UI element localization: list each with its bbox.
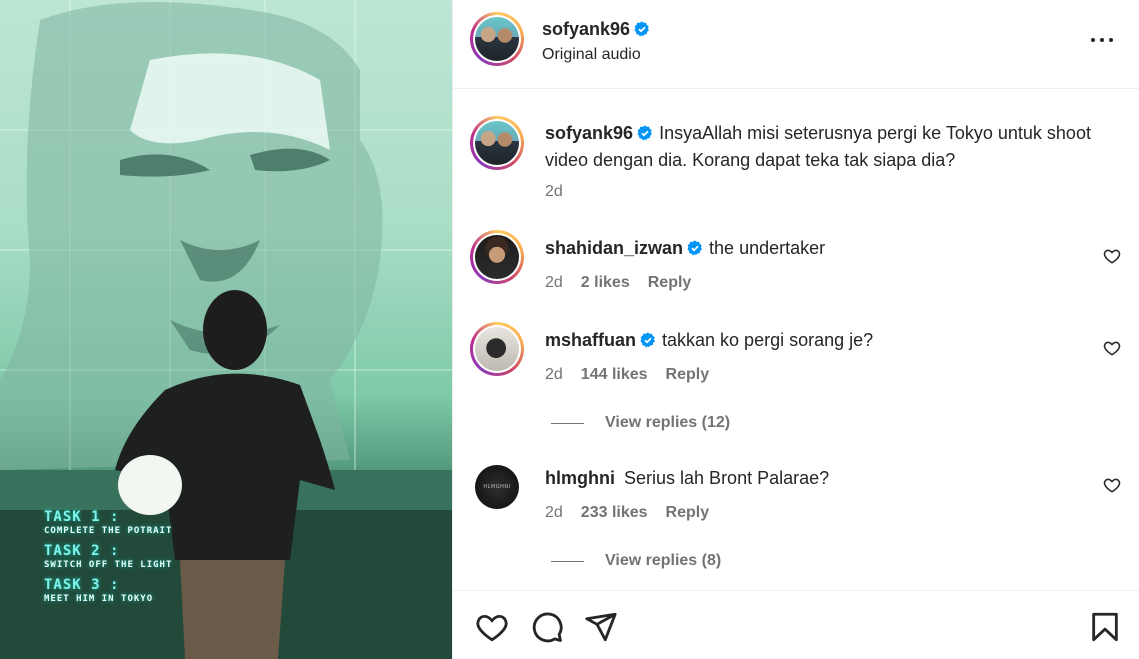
caption-time[interactable]: 2d bbox=[545, 183, 563, 201]
task-title: TASK 3 : bbox=[44, 577, 120, 593]
view-replies-label: View replies (12) bbox=[605, 414, 731, 431]
post-side-panel: sofyank96 Original audio sofyank96 InsyaA… bbox=[452, 0, 1139, 659]
task-desc: MEET HIM IN TOKYO bbox=[44, 594, 154, 604]
more-dot-icon bbox=[1091, 38, 1095, 42]
comment-like-icon[interactable] bbox=[1103, 247, 1121, 265]
comment-text: hlmghni Serius lah Bront Palarae? bbox=[545, 465, 1125, 492]
comment-time[interactable]: 2d bbox=[545, 504, 563, 522]
post-header: sofyank96 Original audio bbox=[453, 0, 1139, 89]
comment-time[interactable]: 2d bbox=[545, 366, 563, 384]
comment-like-icon[interactable] bbox=[1103, 476, 1121, 494]
save-icon[interactable] bbox=[1088, 610, 1122, 644]
avatar-logo-text: HLMGHNI bbox=[483, 484, 511, 490]
comment-meta: 2d 233 likes Reply bbox=[545, 504, 727, 522]
comment-icon[interactable] bbox=[530, 610, 564, 644]
verified-badge-icon bbox=[637, 125, 652, 141]
like-icon[interactable] bbox=[475, 610, 509, 644]
caption-avatar[interactable] bbox=[470, 116, 524, 170]
post-media[interactable]: TASK 1 : COMPLETE THE POTRAIT TASK 2 : S… bbox=[0, 0, 452, 659]
task-desc: SWITCH OFF THE LIGHT bbox=[44, 560, 173, 570]
comment-username[interactable]: shahidan_izwan bbox=[545, 238, 683, 258]
comment-text: shahidan_izwan the undertaker bbox=[545, 235, 1125, 262]
comment-meta: 2d 144 likes Reply bbox=[545, 366, 727, 384]
audio-label[interactable]: Original audio bbox=[542, 46, 641, 64]
view-replies-button[interactable]: View replies (12) bbox=[551, 414, 730, 432]
share-icon[interactable] bbox=[584, 610, 618, 644]
verified-badge-icon bbox=[687, 240, 702, 256]
more-dot-icon bbox=[1100, 38, 1104, 42]
author-username[interactable]: sofyank96 bbox=[542, 19, 650, 40]
more-dot-icon bbox=[1109, 38, 1113, 42]
comment-username[interactable]: hlmghni bbox=[545, 468, 615, 488]
more-options-button[interactable] bbox=[1089, 30, 1115, 50]
comment-like-icon[interactable] bbox=[1103, 339, 1121, 357]
task-title: TASK 1 : bbox=[44, 509, 120, 525]
post-action-bar bbox=[453, 590, 1139, 659]
comment-body: Serius lah Bront Palarae? bbox=[624, 468, 830, 488]
view-replies-button[interactable]: View replies (8) bbox=[551, 552, 721, 570]
comment-username[interactable]: mshaffuan bbox=[545, 330, 636, 350]
reply-button[interactable]: Reply bbox=[666, 366, 710, 384]
task-desc: COMPLETE THE POTRAIT bbox=[44, 526, 173, 536]
author-avatar[interactable] bbox=[470, 12, 524, 66]
comment-avatar[interactable] bbox=[470, 230, 524, 284]
comment-avatar[interactable]: HLMGHNI bbox=[475, 465, 519, 509]
caption-meta: 2d bbox=[545, 183, 581, 201]
comment-likes[interactable]: 233 likes bbox=[581, 504, 648, 522]
comment-meta: 2d 2 likes Reply bbox=[545, 274, 709, 292]
comment-likes[interactable]: 144 likes bbox=[581, 366, 648, 384]
comment-avatar[interactable] bbox=[470, 322, 524, 376]
replies-divider bbox=[551, 560, 584, 562]
verified-badge-icon bbox=[634, 21, 649, 37]
comment-body: the undertaker bbox=[709, 238, 826, 258]
reply-button[interactable]: Reply bbox=[666, 504, 710, 522]
caption-username[interactable]: sofyank96 bbox=[545, 123, 633, 143]
view-replies-label: View replies (8) bbox=[605, 552, 722, 569]
comment-likes[interactable]: 2 likes bbox=[581, 274, 630, 292]
comment-text: mshaffuan takkan ko pergi sorang je? bbox=[545, 327, 1125, 354]
task-overlay: TASK 1 : COMPLETE THE POTRAIT TASK 2 : S… bbox=[44, 510, 172, 612]
reply-button[interactable]: Reply bbox=[648, 274, 692, 292]
verified-badge-icon bbox=[640, 332, 655, 348]
comment-body: takkan ko pergi sorang je? bbox=[662, 330, 874, 350]
caption-text: sofyank96 InsyaAllah misi seterusnya perg… bbox=[545, 120, 1125, 174]
task-title: TASK 2 : bbox=[44, 543, 120, 559]
comment-time[interactable]: 2d bbox=[545, 274, 563, 292]
replies-divider bbox=[551, 422, 584, 424]
